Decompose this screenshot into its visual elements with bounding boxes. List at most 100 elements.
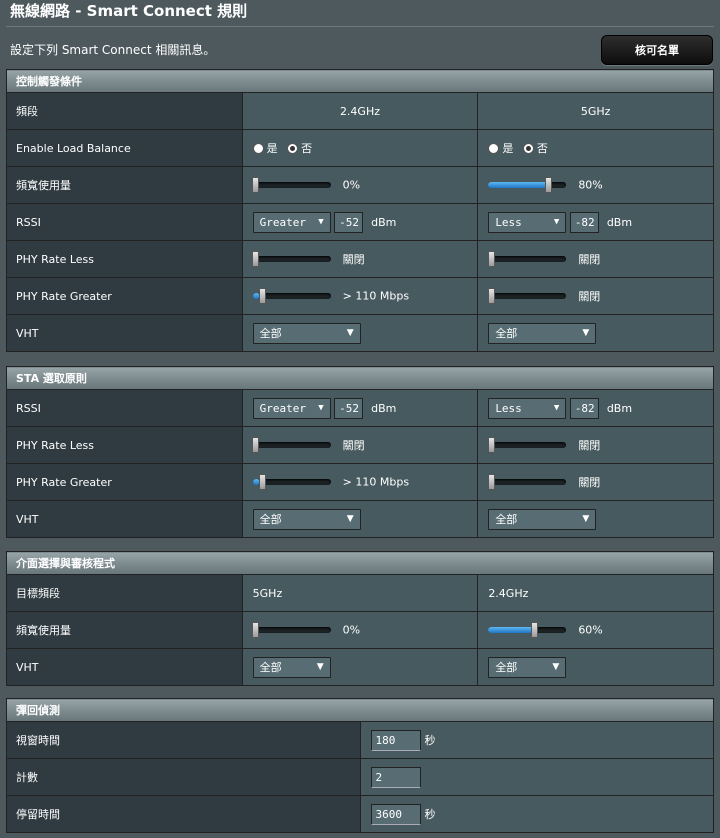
row-label: VHT — [6, 314, 243, 352]
chevron-down-icon: ▼ — [553, 217, 560, 227]
rssi-value-input-5[interactable]: -82 — [569, 211, 599, 233]
phy-greater-slider-24[interactable] — [252, 288, 331, 305]
vht-select-b[interactable]: 全部 ▼ — [488, 656, 567, 678]
chevron-down-icon: ▼ — [582, 514, 590, 524]
vht-row: VHT 全部 ▼ 全部 ▼ — [6, 500, 714, 538]
count-input[interactable]: 2 — [370, 766, 421, 788]
yes-radio[interactable] — [488, 142, 500, 154]
vht-select-a[interactable]: 全部 ▼ — [252, 656, 331, 678]
slider-thumb[interactable] — [487, 437, 495, 453]
bandwidth-slider-24[interactable] — [251, 177, 331, 194]
slider-thumb[interactable] — [487, 251, 495, 267]
target-band-row: 目標頻段 5GHz 2.4GHz — [6, 574, 714, 612]
row-label: 頻寬使用量 — [6, 166, 243, 204]
vht-select-24[interactable]: 全部 ▼ — [252, 322, 361, 344]
slider-thumb[interactable] — [530, 622, 538, 639]
slider-value: 0% — [342, 623, 361, 637]
band-row: 頻段 2.4GHz 5GHz — [6, 92, 714, 130]
rssi-value-input-5[interactable]: -82 — [569, 397, 599, 419]
phy-greater-row: PHY Rate Greater > 110 Mbps 關閉 — [6, 277, 714, 315]
window-time-input[interactable]: 180 — [370, 729, 421, 751]
row-label: RSSI — [6, 203, 243, 241]
no-radio[interactable] — [522, 142, 534, 154]
slider-thumb[interactable] — [251, 177, 259, 194]
phy-less-slider-5[interactable] — [487, 437, 567, 453]
row-label: 視窗時間 — [6, 721, 361, 759]
rssi-value-input-24[interactable]: -52 — [334, 397, 364, 419]
row-label: 停留時間 — [6, 795, 361, 833]
bandwidth-slider-b[interactable] — [488, 622, 567, 639]
interface-select-section: 介面選擇與審核程式 目標頻段 5GHz 2.4GHz 頻寬使用量 0% 60% … — [6, 551, 714, 686]
phy-less-slider-24[interactable] — [251, 251, 331, 267]
slider-value: 關閉 — [342, 439, 365, 452]
radio-label: 是 — [502, 142, 514, 155]
slider-thumb[interactable] — [251, 622, 259, 639]
dwell-time-input[interactable]: 3600 — [370, 803, 421, 825]
slider-fill — [488, 627, 536, 634]
page-title: 無線網路 - Smart Connect 規則 — [10, 2, 248, 20]
load-balance-row: Enable Load Balance 是 否 是 否 — [6, 129, 714, 167]
yes-radio[interactable] — [252, 142, 264, 154]
slider-fill — [488, 182, 551, 189]
unit-label: dBm — [371, 401, 397, 415]
chevron-down-icon: ▼ — [346, 514, 354, 524]
phy-greater-slider-24[interactable] — [252, 474, 331, 491]
chevron-down-icon: ▼ — [582, 328, 590, 338]
slider-thumb[interactable] — [251, 251, 259, 267]
phy-less-row: PHY Rate Less 關閉 關閉 — [6, 426, 714, 464]
target-band-b: 2.4GHz — [477, 574, 714, 612]
slider-thumb[interactable] — [487, 474, 495, 490]
bandwidth-slider-5[interactable] — [488, 177, 567, 194]
count-row: 計數 2 — [6, 758, 714, 796]
slider-thumb[interactable] — [259, 288, 267, 305]
radio-label: 否 — [536, 142, 548, 155]
bandwidth-slider-a[interactable] — [251, 622, 331, 639]
chevron-down-icon: ▼ — [318, 403, 324, 413]
radio-label: 是 — [266, 142, 278, 155]
rssi-value-input-24[interactable]: -52 — [334, 211, 364, 233]
slider-thumb[interactable] — [545, 177, 553, 194]
section-header: 介面選擇與審核程式 — [6, 551, 714, 575]
row-label: 頻段 — [6, 92, 243, 130]
phy-greater-slider-5[interactable] — [487, 288, 567, 304]
rssi-compare-select-24[interactable]: Greater ▼ — [252, 397, 331, 419]
chevron-down-icon: ▼ — [346, 328, 354, 338]
sta-selection-section: STA 選取原則 RSSI Greater ▼ -52 dBm Less ▼ -82 d… — [6, 366, 714, 538]
phy-less-row: PHY Rate Less 關閉 關閉 — [6, 240, 714, 278]
slider-thumb[interactable] — [251, 437, 259, 453]
rssi-compare-select-5[interactable]: Less ▼ — [488, 397, 567, 419]
row-label: PHY Rate Greater — [6, 463, 243, 501]
bandwidth-row: 頻寬使用量 0% 60% — [6, 611, 714, 649]
dwell-time-row: 停留時間 3600 秒 — [6, 795, 714, 833]
vht-select-5[interactable]: 全部 ▼ — [488, 508, 597, 530]
phy-less-slider-5[interactable] — [487, 251, 567, 267]
unit-label: 秒 — [424, 734, 436, 747]
slider-thumb[interactable] — [487, 288, 495, 304]
slider-value: > 110 Mbps — [342, 289, 410, 303]
vht-select-5[interactable]: 全部 ▼ — [488, 322, 597, 344]
radio-label: 否 — [301, 142, 313, 155]
title-divider — [6, 26, 714, 27]
row-label: 目標頻段 — [6, 574, 243, 612]
slider-value: 關閉 — [578, 290, 601, 303]
chevron-down-icon: ▼ — [553, 403, 560, 413]
rssi-compare-select-5[interactable]: Less ▼ — [488, 211, 567, 233]
slider-value: 80% — [578, 178, 603, 192]
vht-select-24[interactable]: 全部 ▼ — [252, 508, 361, 530]
approve-list-button[interactable]: 核可名單 — [601, 35, 713, 65]
slider-value: 關閉 — [342, 253, 365, 266]
target-band-a: 5GHz — [241, 574, 479, 612]
smart-connect-rules-page: 無線網路 - Smart Connect 規則 設定下列 Smart Conne… — [0, 0, 720, 838]
phy-less-slider-24[interactable] — [251, 437, 331, 453]
section-header: 彈回偵測 — [6, 698, 714, 722]
section-header: STA 選取原則 — [6, 366, 714, 390]
chevron-down-icon: ▼ — [552, 662, 560, 672]
slider-thumb[interactable] — [259, 474, 267, 491]
no-radio[interactable] — [287, 142, 299, 154]
phy-greater-slider-5[interactable] — [487, 474, 567, 490]
section-header: 控制觸發條件 — [6, 69, 714, 93]
slider-value: 關閉 — [578, 253, 601, 266]
rssi-compare-select-24[interactable]: Greater ▼ — [252, 211, 331, 233]
unit-label: dBm — [606, 401, 633, 415]
steering-trigger-section: 控制觸發條件 頻段 2.4GHz 5GHz Enable Load Balanc… — [6, 69, 714, 352]
